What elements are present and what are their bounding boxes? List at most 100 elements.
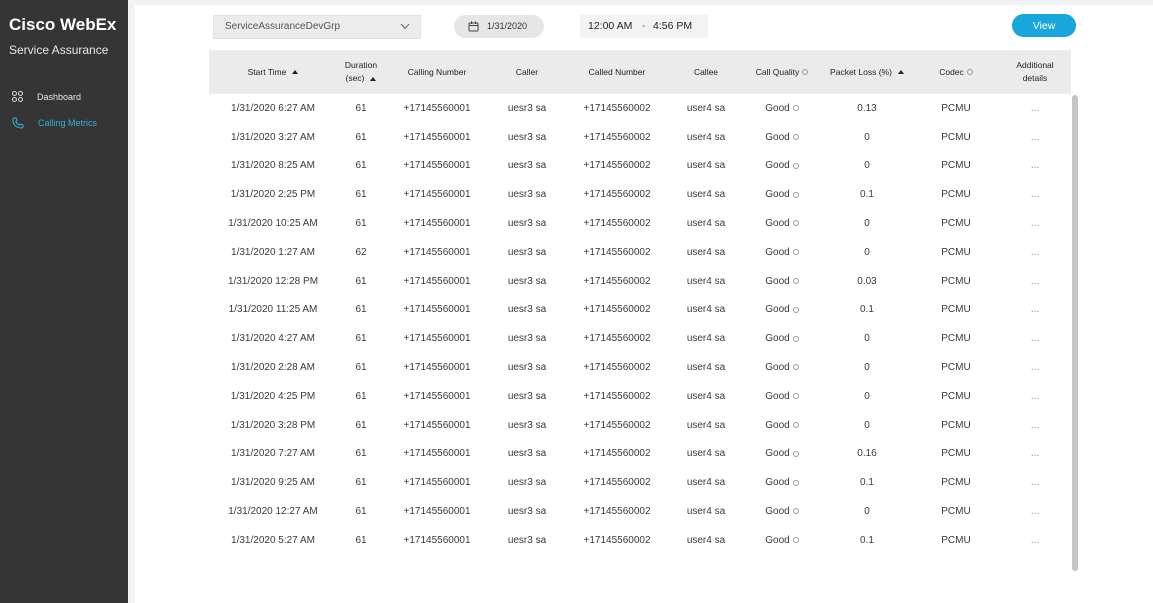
cell-additional-details[interactable]: ... bbox=[999, 180, 1071, 209]
info-icon[interactable] bbox=[792, 220, 799, 227]
calling-number-value: +17145560001 bbox=[403, 246, 471, 258]
codec-value: PCMU bbox=[941, 102, 971, 114]
calling-number-value: +17145560001 bbox=[403, 448, 471, 460]
info-icon[interactable] bbox=[792, 364, 799, 371]
table-scrollbar[interactable] bbox=[1072, 95, 1078, 571]
header-start-time[interactable]: Start Time bbox=[209, 50, 337, 94]
cell-additional-details[interactable]: ... bbox=[999, 296, 1071, 325]
cell-additional-details[interactable]: ... bbox=[999, 382, 1071, 411]
info-icon[interactable] bbox=[792, 306, 799, 313]
end-time-field[interactable]: 4:56 PM bbox=[653, 15, 692, 38]
cell-additional-details[interactable]: ... bbox=[999, 324, 1071, 353]
info-icon[interactable] bbox=[792, 508, 799, 515]
cell-packet-loss: 0 bbox=[821, 209, 913, 238]
caller-value: uesr3 sa bbox=[507, 534, 547, 546]
table-row[interactable]: 1/31/2020 6:27 AM 61 +17145560001 uesr3 sa +… bbox=[209, 94, 1071, 123]
cell-additional-details[interactable]: ... bbox=[999, 123, 1071, 152]
header-duration[interactable]: Duration (sec) bbox=[337, 50, 385, 94]
info-icon[interactable] bbox=[792, 537, 799, 544]
cell-caller: uesr3 sa bbox=[489, 440, 565, 469]
cell-callee: user4 sa bbox=[669, 238, 743, 267]
info-icon[interactable] bbox=[792, 134, 799, 141]
cell-duration: 61 bbox=[337, 123, 385, 152]
cell-duration: 61 bbox=[337, 324, 385, 353]
table-row[interactable]: 1/31/2020 2:25 PM 61 +17145560001 uesr3 sa +… bbox=[209, 180, 1071, 209]
table-row[interactable]: 1/31/2020 12:27 AM 61 +17145560001 uesr3 sa… bbox=[209, 497, 1071, 526]
cell-codec: PCMU bbox=[913, 468, 999, 497]
brand-subtitle: Service Assurance bbox=[9, 43, 109, 57]
cell-calling-number: +17145560001 bbox=[385, 123, 489, 152]
info-icon[interactable] bbox=[792, 105, 799, 112]
date-picker[interactable]: 1/31/2020 bbox=[454, 15, 544, 38]
caller-value: uesr3 sa bbox=[507, 419, 547, 431]
callee-value: user4 sa bbox=[686, 362, 726, 374]
info-icon[interactable] bbox=[792, 479, 799, 486]
view-button[interactable]: View bbox=[1012, 14, 1076, 37]
cell-additional-details[interactable]: ... bbox=[999, 353, 1071, 382]
start-time-field[interactable]: 12:00 AM bbox=[588, 15, 632, 38]
calling-number-value: +17145560001 bbox=[403, 131, 471, 143]
header-callee: Callee bbox=[669, 50, 743, 94]
table-row[interactable]: 1/31/2020 12:28 PM 61 +17145560001 uesr3 sa… bbox=[209, 267, 1071, 296]
info-icon[interactable] bbox=[802, 69, 809, 76]
table-row[interactable]: 1/31/2020 8:25 AM 61 +17145560001 uesr3 sa +… bbox=[209, 152, 1071, 181]
cell-additional-details[interactable]: ... bbox=[999, 440, 1071, 469]
additional-details-value: ... bbox=[1030, 333, 1040, 345]
cell-additional-details[interactable]: ... bbox=[999, 152, 1071, 181]
cell-additional-details[interactable]: ... bbox=[999, 94, 1071, 123]
caller-value: uesr3 sa bbox=[507, 160, 547, 172]
cell-additional-details[interactable]: ... bbox=[999, 468, 1071, 497]
additional-details-value: ... bbox=[1030, 189, 1040, 201]
info-icon[interactable] bbox=[792, 191, 799, 198]
group-select[interactable]: ServiceAssuranceDevGrp bbox=[213, 15, 421, 39]
calling-number-value: +17145560001 bbox=[403, 160, 471, 172]
cell-additional-details[interactable]: ... bbox=[999, 267, 1071, 296]
cell-call-quality: Good bbox=[743, 123, 821, 152]
table-row[interactable]: 1/31/2020 1:27 AM 62 +17145560001 uesr3 sa +… bbox=[209, 238, 1071, 267]
cell-calling-number: +17145560001 bbox=[385, 267, 489, 296]
cell-additional-details[interactable]: ... bbox=[999, 238, 1071, 267]
table-row[interactable]: 1/31/2020 4:25 PM 61 +17145560001 uesr3 sa +… bbox=[209, 382, 1071, 411]
header-packet-loss[interactable]: Packet Loss (%) bbox=[821, 50, 913, 94]
header-call-quality[interactable]: Call Quality bbox=[743, 50, 821, 94]
table-row[interactable]: 1/31/2020 7:27 AM 61 +17145560001 uesr3 sa +… bbox=[209, 440, 1071, 469]
caller-value: uesr3 sa bbox=[507, 506, 547, 518]
info-icon[interactable] bbox=[792, 335, 799, 342]
sidebar-item-label: Dashboard bbox=[37, 91, 82, 102]
cell-additional-details[interactable]: ... bbox=[999, 526, 1071, 555]
codec-value: PCMU bbox=[941, 534, 971, 546]
cell-caller: uesr3 sa bbox=[489, 468, 565, 497]
table-row[interactable]: 1/31/2020 5:27 AM 61 +17145560001 uesr3 sa +… bbox=[209, 526, 1071, 555]
table-row[interactable]: 1/31/2020 3:27 AM 61 +17145560001 uesr3 sa +… bbox=[209, 123, 1071, 152]
callee-value: user4 sa bbox=[686, 189, 726, 201]
cell-additional-details[interactable]: ... bbox=[999, 411, 1071, 440]
table-row[interactable]: 1/31/2020 3:28 PM 61 +17145560001 uesr3 sa +… bbox=[209, 411, 1071, 440]
info-icon[interactable] bbox=[792, 422, 799, 429]
time-range: 12:00 AM - 4:56 PM bbox=[580, 15, 708, 38]
sidebar-item-dashboard[interactable]: Dashboard bbox=[12, 91, 81, 102]
table-row[interactable]: 1/31/2020 9:25 AM 61 +17145560001 uesr3 sa +… bbox=[209, 468, 1071, 497]
cell-additional-details[interactable]: ... bbox=[999, 209, 1071, 238]
cell-packet-loss: 0.1 bbox=[821, 468, 913, 497]
cell-calling-number: +17145560001 bbox=[385, 526, 489, 555]
call-quality-value: Good bbox=[765, 160, 790, 172]
info-icon[interactable] bbox=[792, 450, 799, 457]
table-row[interactable]: 1/31/2020 4:27 AM 61 +17145560001 uesr3 sa +… bbox=[209, 324, 1071, 353]
header-codec[interactable]: Codec bbox=[913, 50, 999, 94]
sidebar-item-calling-metrics[interactable]: Calling Metrics bbox=[12, 117, 97, 129]
info-icon[interactable] bbox=[792, 162, 799, 169]
cell-duration: 61 bbox=[337, 382, 385, 411]
cell-additional-details[interactable]: ... bbox=[999, 497, 1071, 526]
info-icon[interactable] bbox=[792, 278, 799, 285]
calls-table-container[interactable]: Start Time Duration (sec) Calling Number … bbox=[209, 50, 1080, 580]
cell-call-quality: Good bbox=[743, 180, 821, 209]
table-row[interactable]: 1/31/2020 2:28 AM 61 +17145560001 uesr3 sa +… bbox=[209, 353, 1071, 382]
cell-calling-number: +17145560001 bbox=[385, 296, 489, 325]
cell-codec: PCMU bbox=[913, 94, 999, 123]
packet-loss-value: 0.16 bbox=[857, 448, 877, 460]
info-icon[interactable] bbox=[792, 393, 799, 400]
info-icon[interactable] bbox=[966, 69, 973, 76]
table-row[interactable]: 1/31/2020 11:25 AM 61 +17145560001 uesr3 sa… bbox=[209, 296, 1071, 325]
table-row[interactable]: 1/31/2020 10:25 AM 61 +17145560001 uesr3 sa… bbox=[209, 209, 1071, 238]
info-icon[interactable] bbox=[792, 249, 799, 256]
